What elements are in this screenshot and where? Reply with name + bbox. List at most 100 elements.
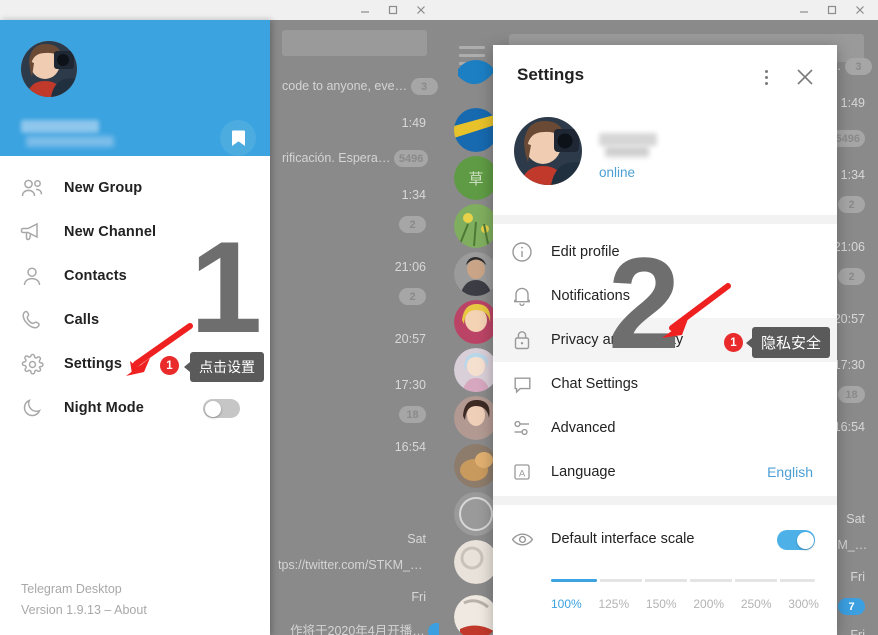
- settings-row-interface-scale: Default interface scale: [493, 517, 837, 561]
- avatar[interactable]: [454, 492, 498, 536]
- close-icon[interactable]: [846, 0, 874, 20]
- avatar[interactable]: [454, 540, 498, 584]
- chat-preview: code to anyone, eve…: [282, 78, 408, 93]
- interface-scale-slider[interactable]: [551, 579, 815, 582]
- close-icon[interactable]: [793, 65, 817, 89]
- app-info: Telegram Desktop Version 1.9.13 – About: [21, 579, 147, 621]
- step-number-badge: 1: [160, 356, 179, 375]
- chat-time: Fri: [850, 570, 865, 584]
- people-icon: [0, 178, 64, 198]
- avatar[interactable]: [454, 348, 498, 392]
- list-item[interactable]: 18: [399, 406, 426, 423]
- lock-icon: [493, 329, 551, 351]
- avatar[interactable]: [454, 252, 498, 296]
- app-name: Telegram Desktop: [21, 582, 122, 596]
- unread-badge: 18: [399, 406, 426, 423]
- settings-row-advanced[interactable]: Advanced: [493, 406, 837, 450]
- list-item[interactable]: 7: [838, 598, 865, 615]
- settings-row-label: Advanced: [551, 420, 616, 436]
- scale-option-125[interactable]: 125%: [598, 597, 629, 611]
- chat-time: 16:54: [833, 420, 865, 434]
- toggle-knob: [796, 531, 814, 549]
- unread-badge: 2: [838, 196, 865, 213]
- chat-bubble-icon: [493, 374, 551, 395]
- unread-badge: 5496: [393, 150, 429, 167]
- avatar[interactable]: [454, 444, 498, 488]
- scale-option-250[interactable]: 250%: [741, 597, 772, 611]
- chat-preview: 作将于2020年4月开播…: [290, 624, 425, 635]
- page-title: Settings: [517, 65, 585, 84]
- section-divider: [493, 215, 837, 224]
- chat-preview: rificación. Espera…: [282, 150, 391, 165]
- menu-item-new-group[interactable]: New Group: [0, 166, 270, 210]
- maximize-icon[interactable]: [379, 0, 407, 20]
- unread-badge: 2: [399, 288, 426, 305]
- step-tooltip: 点击设置: [184, 352, 264, 382]
- menu-item-label: Calls: [64, 312, 100, 328]
- user-name-blurred: [21, 120, 99, 133]
- list-item[interactable]: rificación. Espera… 5496: [282, 150, 429, 167]
- unread-badge: 2: [838, 268, 865, 285]
- slider-tick: [642, 579, 646, 582]
- avatar[interactable]: [454, 204, 498, 248]
- avatar[interactable]: [514, 117, 582, 185]
- list-item[interactable]: 18: [838, 386, 865, 403]
- section-divider: [493, 496, 837, 505]
- chat-time: 20:57: [394, 332, 426, 346]
- app-version[interactable]: Version 1.9.13 – About: [21, 600, 147, 621]
- left-titlebar: [0, 0, 439, 20]
- sliders-icon: [493, 418, 551, 438]
- right-titlebar: [439, 0, 878, 20]
- list-item[interactable]: code to anyone, eve… 3: [282, 78, 438, 95]
- step-number-badge: 1: [724, 333, 743, 352]
- list-item[interactable]: 2: [838, 268, 865, 285]
- gear-icon: [0, 353, 64, 376]
- list-item[interactable]: 2: [399, 216, 426, 233]
- chat-time: 16:54: [394, 440, 426, 454]
- scale-option-300[interactable]: 300%: [788, 597, 819, 611]
- scale-option-200[interactable]: 200%: [693, 597, 724, 611]
- chat-time: 1:34: [401, 188, 426, 202]
- more-vertical-icon[interactable]: [755, 66, 777, 88]
- step-watermark-1: 1: [190, 214, 263, 360]
- avatar[interactable]: 草: [454, 156, 498, 200]
- menu-item-night-mode[interactable]: Night Mode: [0, 386, 270, 430]
- minimize-icon[interactable]: [790, 0, 818, 20]
- avatar[interactable]: [454, 108, 498, 152]
- close-icon[interactable]: [407, 0, 435, 20]
- avatar[interactable]: [454, 396, 498, 440]
- menu-item-label: New Group: [64, 180, 143, 196]
- chat-time: 20:57: [833, 312, 865, 326]
- profile-section: online: [493, 107, 837, 215]
- scale-option-150[interactable]: 150%: [646, 597, 677, 611]
- chat-time: Fri: [850, 628, 865, 635]
- list-item[interactable]: 2: [399, 288, 426, 305]
- interface-scale-toggle[interactable]: [777, 530, 815, 550]
- unread-badge: 7: [428, 623, 439, 635]
- night-mode-toggle[interactable]: [203, 399, 240, 418]
- avatar[interactable]: [21, 41, 77, 97]
- scale-option-100[interactable]: 100%: [551, 597, 582, 611]
- saved-messages-button[interactable]: [220, 120, 256, 156]
- user-name-blurred-2: [605, 146, 649, 157]
- avatar[interactable]: [454, 595, 498, 635]
- avatar[interactable]: [454, 300, 498, 344]
- user-name-blurred: [599, 133, 657, 146]
- minimize-icon[interactable]: [351, 0, 379, 20]
- chat-preview[interactable]: tps://twitter.com/STKM_…: [278, 558, 422, 572]
- step-watermark-2: 2: [608, 230, 681, 376]
- language-value[interactable]: English: [767, 464, 813, 480]
- person-icon: [0, 266, 64, 287]
- list-item[interactable]: 2: [838, 196, 865, 213]
- list-item[interactable]: 作将于2020年4月开播… 7: [290, 620, 439, 635]
- avatar[interactable]: [454, 60, 498, 104]
- maximize-icon[interactable]: [818, 0, 846, 20]
- settings-row-language[interactable]: A Language English: [493, 450, 837, 494]
- left-window-controls: [351, 0, 435, 20]
- search-input[interactable]: [282, 30, 427, 56]
- step-tooltip: 隐私安全: [745, 327, 831, 358]
- slider-tick: [731, 579, 735, 582]
- left-telegram-window: code to anyone, eve… 3 1:49 rificación. …: [0, 0, 439, 635]
- slider-tick: [597, 579, 601, 582]
- toggle-knob: [204, 400, 221, 417]
